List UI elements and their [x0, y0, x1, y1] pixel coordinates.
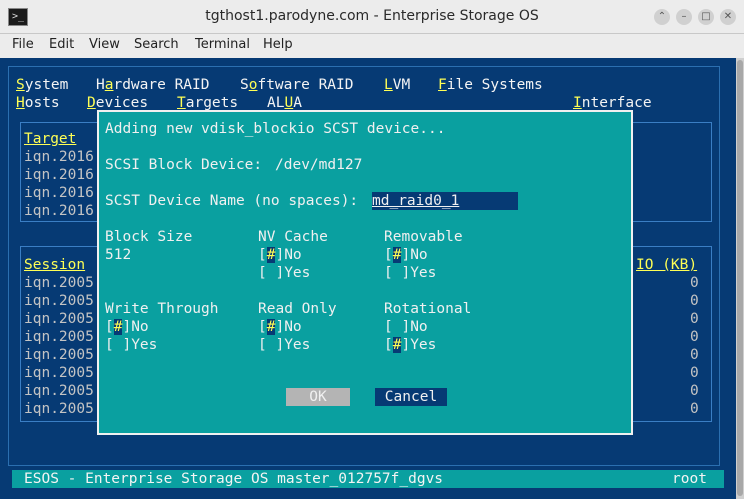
write-through-yes-radio[interactable]: [ ]Yes	[105, 336, 157, 354]
menu-view[interactable]: View	[89, 37, 120, 52]
tui-menu-hosts[interactable]: Hosts	[16, 94, 60, 112]
tui-menu-system[interactable]: System	[16, 76, 68, 94]
session-row[interactable]: iqn.2005	[24, 382, 94, 400]
window-title: tgthost1.parodyne.com - Enterprise Stora…	[205, 8, 539, 24]
io-value: 0	[690, 329, 699, 345]
io-kb-header: IO (KB)	[636, 257, 698, 273]
scrollbar-thumb[interactable]	[737, 60, 743, 496]
ok-button[interactable]: OK	[286, 388, 350, 406]
session-row[interactable]: iqn.2005	[24, 310, 94, 328]
block-device-value: /dev/md127	[275, 157, 363, 173]
target-row[interactable]: iqn.2016	[24, 202, 94, 220]
tui-status-bar: ESOS - Enterprise Storage OS master_0127…	[12, 470, 724, 488]
window-close-button[interactable]: ✕	[720, 9, 736, 25]
target-row[interactable]: iqn.2016	[24, 166, 94, 184]
write-through-no-radio[interactable]: [#]No	[105, 318, 149, 336]
window-maximize-button[interactable]: □	[698, 9, 714, 25]
io-value: 0	[690, 275, 699, 291]
session-row[interactable]: iqn.2005	[24, 346, 94, 364]
menu-help[interactable]: Help	[263, 37, 293, 52]
target-row[interactable]: iqn.2016	[24, 184, 94, 202]
session-row[interactable]: iqn.2005	[24, 364, 94, 382]
nv-cache-yes-radio[interactable]: [ ]Yes	[258, 264, 310, 282]
rotational-label: Rotational	[384, 301, 472, 317]
terminal-area[interactable]: System Hardware RAID Software RAID LVM F…	[0, 58, 736, 499]
block-device-label: SCSI Block Device:	[105, 157, 263, 173]
tui-menu-hardware-raid[interactable]: Hardware RAID	[96, 76, 210, 94]
device-name-field[interactable]: md_raid0_1	[372, 192, 518, 210]
nv-cache-label: NV Cache	[258, 229, 328, 245]
block-size-value[interactable]: 512	[105, 246, 131, 264]
read-only-no-radio[interactable]: [#]No	[258, 318, 302, 336]
io-value: 0	[690, 401, 699, 417]
window-titlebar: >_ tgthost1.parodyne.com - Enterprise St…	[0, 0, 744, 34]
session-row[interactable]: iqn.2005	[24, 274, 94, 292]
dialog-title: Adding new vdisk_blockio SCST device...	[105, 121, 446, 137]
tui-menu-file-systems[interactable]: File Systems	[438, 76, 543, 94]
device-name-label: SCST Device Name (no spaces):	[105, 193, 359, 209]
status-left-text: ESOS - Enterprise Storage OS master_0127…	[24, 471, 444, 487]
session-row[interactable]: iqn.2005	[24, 328, 94, 346]
add-device-dialog: Adding new vdisk_blockio SCST device... …	[97, 110, 633, 435]
window-minimize-button[interactable]: –	[676, 9, 692, 25]
sessions-header: Session	[24, 257, 86, 273]
block-size-label: Block Size	[105, 229, 193, 245]
session-row[interactable]: iqn.2005	[24, 400, 94, 418]
rotational-no-radio[interactable]: [ ]No	[384, 318, 428, 336]
rotational-yes-radio[interactable]: [#]Yes	[384, 336, 436, 354]
write-through-label: Write Through	[105, 301, 219, 317]
menu-terminal[interactable]: Terminal	[195, 37, 250, 52]
removable-yes-radio[interactable]: [ ]Yes	[384, 264, 436, 282]
io-value: 0	[690, 347, 699, 363]
status-user: root	[672, 471, 707, 487]
io-value: 0	[690, 365, 699, 381]
window-shade-button[interactable]: ⌃	[654, 9, 670, 25]
terminal-scrollbar[interactable]	[736, 58, 744, 499]
removable-no-radio[interactable]: [#]No	[384, 246, 428, 264]
target-row[interactable]: iqn.2016	[24, 148, 94, 166]
io-value: 0	[690, 383, 699, 399]
tui-menu-software-raid[interactable]: Software RAID	[240, 76, 354, 94]
terminal-menubar: File Edit View Search Terminal Help	[0, 34, 744, 58]
session-row[interactable]: iqn.2005	[24, 292, 94, 310]
removable-label: Removable	[384, 229, 463, 245]
read-only-yes-radio[interactable]: [ ]Yes	[258, 336, 310, 354]
io-value: 0	[690, 311, 699, 327]
targets-header: Target	[24, 131, 77, 147]
menu-search[interactable]: Search	[134, 37, 179, 52]
menu-edit[interactable]: Edit	[49, 37, 74, 52]
tui-menu-lvm[interactable]: LVM	[384, 76, 410, 94]
menu-file[interactable]: File	[12, 37, 34, 52]
read-only-label: Read Only	[258, 301, 337, 317]
cancel-button[interactable]: Cancel	[375, 388, 447, 406]
io-value: 0	[690, 293, 699, 309]
nv-cache-no-radio[interactable]: [#]No	[258, 246, 302, 264]
